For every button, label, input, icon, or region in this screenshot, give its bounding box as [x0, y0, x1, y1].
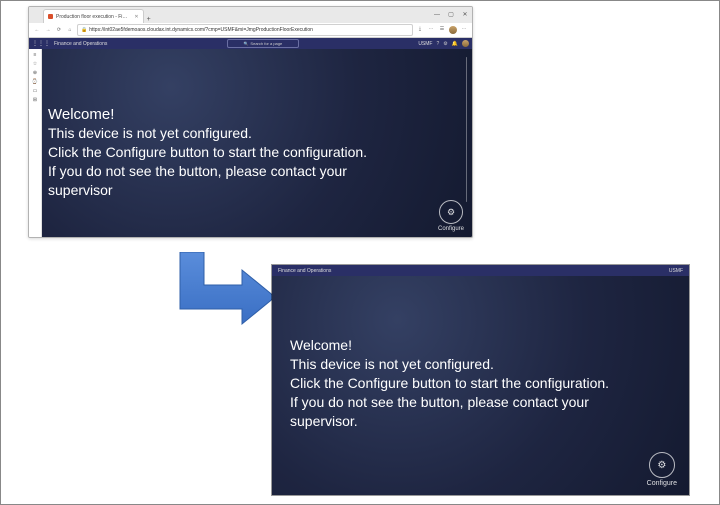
rail-workspace-icon[interactable]: ▭: [33, 88, 38, 94]
new-tab-button[interactable]: +: [144, 16, 154, 23]
url-text: https://int02ae5fdemoaos.cloudax.int.dyn…: [89, 27, 313, 33]
help-icon[interactable]: ?: [436, 41, 439, 47]
configure-label: Configure: [438, 226, 464, 232]
search-box[interactable]: 🔍 Search for a page: [227, 39, 299, 48]
browser-toolbar: ← → ⟳ ⌂ 🔒 https://int02ae5fdemoaos.cloud…: [29, 23, 472, 38]
rail-clock-icon[interactable]: ⌚: [32, 79, 38, 85]
nav-rail: ≡ ☆ ⊕ ⌚ ▭ ⊞: [29, 49, 42, 238]
favicon-icon: [48, 14, 53, 19]
welcome-line: If you do not see the button, please con…: [48, 163, 347, 179]
browser-tabstrip: Production floor execution - Fi… ✕ + — ▢…: [29, 7, 472, 23]
bell-icon[interactable]: 🔔: [452, 41, 458, 47]
maximize-button[interactable]: ▢: [444, 7, 458, 23]
welcome-heading: Welcome!: [48, 106, 114, 123]
transition-arrow-icon: [172, 252, 277, 332]
rail-favorite-icon[interactable]: ☆: [33, 61, 37, 67]
welcome-line: Click the Configure button to start the …: [290, 375, 609, 391]
company-picker[interactable]: USMF: [669, 268, 683, 274]
welcome-line: supervisor: [48, 182, 113, 198]
profile-avatar[interactable]: [449, 26, 457, 34]
welcome-heading: Welcome!: [290, 337, 352, 353]
tab-title: Production floor execution - Fi…: [56, 14, 127, 20]
rail-recent-icon[interactable]: ⊕: [33, 70, 37, 76]
screenshot-before: Production floor execution - Fi… ✕ + — ▢…: [28, 6, 473, 238]
welcome-line: This device is not yet configured.: [290, 356, 494, 372]
extension-icon[interactable]: ⋯: [427, 26, 435, 34]
rail-modules-icon[interactable]: ⊞: [33, 97, 37, 103]
screenshot-after: Finance and Operations USMF Welcome! Thi…: [271, 264, 690, 496]
scrollbar[interactable]: [466, 57, 467, 202]
close-window-button[interactable]: ✕: [458, 7, 472, 23]
welcome-line: This device is not yet configured.: [48, 125, 252, 141]
welcome-message: Welcome! This device is not yet configur…: [290, 336, 659, 431]
app-brand: Finance and Operations: [278, 268, 331, 274]
configure-button[interactable]: ⚙ Configure: [438, 200, 464, 232]
lock-icon: 🔒: [81, 27, 87, 33]
app-surface: Welcome! This device is not yet configur…: [272, 276, 689, 495]
company-picker[interactable]: USMF: [418, 41, 432, 47]
menu-icon[interactable]: ⋯: [460, 26, 468, 34]
welcome-line: Click the Configure button to start the …: [48, 144, 367, 160]
rail-menu-icon[interactable]: ≡: [34, 52, 37, 58]
configure-label: Configure: [647, 480, 677, 487]
browser-tab[interactable]: Production floor execution - Fi… ✕: [43, 9, 144, 23]
configure-button[interactable]: ⚙ Configure: [647, 452, 677, 487]
gear-icon: ⚙: [439, 200, 463, 224]
search-placeholder: Search for a page: [250, 41, 282, 46]
home-button[interactable]: ⌂: [66, 27, 74, 33]
user-avatar[interactable]: [462, 40, 469, 47]
app-topbar: Finance and Operations USMF: [272, 265, 689, 276]
app-surface: Welcome! This device is not yet configur…: [42, 49, 472, 238]
forward-button[interactable]: →: [44, 27, 52, 33]
minimize-button[interactable]: —: [430, 7, 444, 23]
app-launcher-icon[interactable]: ⋮⋮⋮: [32, 40, 50, 47]
welcome-message: Welcome! This device is not yet configur…: [48, 105, 454, 200]
refresh-button[interactable]: ⟳: [55, 27, 63, 33]
app-topbar: ⋮⋮⋮ Finance and Operations 🔍 Search for …: [29, 38, 472, 49]
browser-actions: ⤓ ⋯ ☰ ⋯: [416, 26, 468, 34]
app-brand: Finance and Operations: [54, 41, 107, 47]
gear-icon: ⚙: [649, 452, 675, 478]
welcome-line: supervisor.: [290, 413, 358, 429]
back-button[interactable]: ←: [33, 27, 41, 33]
gear-icon[interactable]: ⚙: [443, 41, 447, 47]
extension-icon[interactable]: ⤓: [416, 26, 424, 34]
close-tab-icon[interactable]: ✕: [134, 14, 138, 20]
address-bar[interactable]: 🔒 https://int02ae5fdemoaos.cloudax.int.d…: [77, 24, 413, 36]
search-icon: 🔍: [243, 41, 248, 46]
welcome-line: If you do not see the button, please con…: [290, 394, 589, 410]
window-controls: — ▢ ✕: [430, 7, 472, 23]
extension-icon[interactable]: ☰: [438, 26, 446, 34]
